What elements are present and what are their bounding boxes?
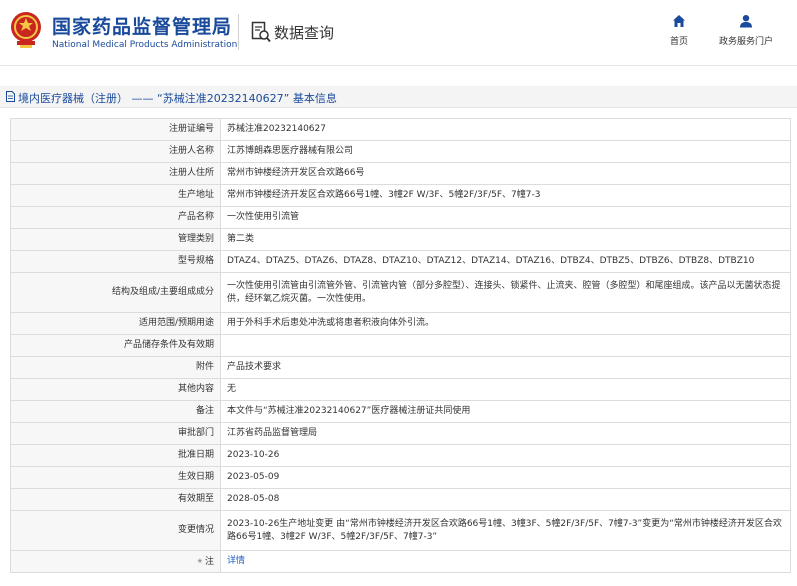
row-label: 变更情况 [10,510,221,551]
note-label-cell: ★ 注 [10,550,221,573]
row-value: 无 [220,378,791,401]
table-row: 适用范围/预期用途 用于外科手术后患处冲洗或将患者积液向体外引流。 [10,312,791,335]
row-label: 批准日期 [10,444,221,467]
table-row: 注册人住所 常州市钟楼经济开发区合欢路66号 [10,162,791,185]
row-value: 产品技术要求 [220,356,791,379]
table-row: 注册证编号 苏械注准20232140627 [10,118,791,141]
row-value: 常州市钟楼经济开发区合欢路66号1幢、3幢2F W/3F、5幢2F/3F/5F、… [220,184,791,207]
table-row: 有效期至 2028-05-08 [10,488,791,511]
table-row: 批准日期 2023-10-26 [10,444,791,467]
row-label: 产品名称 [10,206,221,229]
table-row: 其他内容 无 [10,378,791,401]
row-value: 苏械注准20232140627 [220,118,791,141]
row-label: 管理类别 [10,228,221,251]
row-label: 审批部门 [10,422,221,445]
nav-home[interactable]: 首页 [664,14,694,47]
table-row: 变更情况 2023-10-26生产地址变更 由“常州市钟楼经济开发区合欢路66号… [10,510,791,551]
row-label: 注册人住所 [10,162,221,185]
row-label: 其他内容 [10,378,221,401]
row-value: 2023-10-26 [220,444,791,467]
row-value: 本文件与“苏械注准20232140627”医疗器械注册证共同使用 [220,400,791,423]
table-row: 结构及组成/主要组成成分 一次性使用引流管由引流管外管、引流管内管（部分多腔型）… [10,272,791,313]
row-value [220,334,791,357]
table-row: 型号规格 DTAZ4、DTAZ5、DTAZ6、DTAZ8、DTAZ10、DTAZ… [10,250,791,273]
row-value: 江苏省药品监督管理局 [220,422,791,445]
row-label: 备注 [10,400,221,423]
registration-detail-table: 注册证编号 苏械注准20232140627 注册人名称 江苏博朗森思医疗器械有限… [10,118,791,573]
details-link[interactable]: 详情 [220,550,791,573]
nav-service-portal[interactable]: 政务服务门户 [714,14,778,47]
table-row: 注册人名称 江苏博朗森思医疗器械有限公司 [10,140,791,163]
row-value: 2023-05-09 [220,466,791,489]
document-icon [6,91,15,102]
breadcrumb-bar: 境内医疗器械（注册） —— “苏械注准20232140627” 基本信息 [0,86,797,108]
brand-title: 国家药品监督管理局 [52,16,233,38]
table-row: 备注 本文件与“苏械注准20232140627”医疗器械注册证共同使用 [10,400,791,423]
table-row: 附件 产品技术要求 [10,356,791,379]
row-label: 适用范围/预期用途 [10,312,221,335]
row-value: 用于外科手术后患处冲洗或将患者积液向体外引流。 [220,312,791,335]
table-row: 管理类别 第二类 [10,228,791,251]
nav-home-label: 首页 [669,37,688,47]
row-value: DTAZ4、DTAZ5、DTAZ6、DTAZ8、DTAZ10、DTAZ12、DT… [220,250,791,273]
table-row: 产品名称 一次性使用引流管 [10,206,791,229]
header-divider [238,14,239,50]
row-value: 第二类 [220,228,791,251]
table-row: 产品储存条件及有效期 [10,334,791,357]
home-icon [673,15,685,27]
star-icon: ★ [196,556,203,565]
table-row: 生产地址 常州市钟楼经济开发区合欢路66号1幢、3幢2F W/3F、5幢2F/3… [10,184,791,207]
row-label: 生产地址 [10,184,221,207]
table-row: 生效日期 2023-05-09 [10,466,791,489]
user-icon [740,15,752,28]
row-value: 江苏博朗森思医疗器械有限公司 [220,140,791,163]
row-value: 2028-05-08 [220,488,791,511]
row-label: 产品储存条件及有效期 [10,334,221,357]
table-row: ★ 注 详情 [10,550,791,573]
row-label: 附件 [10,356,221,379]
row-label: 注册人名称 [10,140,221,163]
row-label: 有效期至 [10,488,221,511]
row-label: 注 [204,556,214,567]
brand-subtitle: National Medical Products Administration [52,40,238,50]
table-row: 审批部门 江苏省药品监督管理局 [10,422,791,445]
row-label: 生效日期 [10,466,221,489]
breadcrumb: 境内医疗器械（注册） —— “苏械注准20232140627” 基本信息 [18,92,337,105]
row-value: 常州市钟楼经济开发区合欢路66号 [220,162,791,185]
row-value: 2023-10-26生产地址变更 由“常州市钟楼经济开发区合欢路66号1幢、3幢… [220,510,791,551]
row-value: 一次性使用引流管 [220,206,791,229]
row-label: 结构及组成/主要组成成分 [10,272,221,313]
site-header: 国家药品监督管理局 National Medical Products Admi… [0,0,797,66]
row-label: 注册证编号 [10,118,221,141]
row-label: 型号规格 [10,250,221,273]
row-value: 一次性使用引流管由引流管外管、引流管内管（部分多腔型）、连接头、锁紧件、止流夹、… [220,272,791,313]
document-search-icon [251,21,271,43]
national-emblem-icon [11,12,41,48]
page-section-title: 数据查询 [274,24,335,42]
nav-portal-label: 政务服务门户 [718,37,773,47]
